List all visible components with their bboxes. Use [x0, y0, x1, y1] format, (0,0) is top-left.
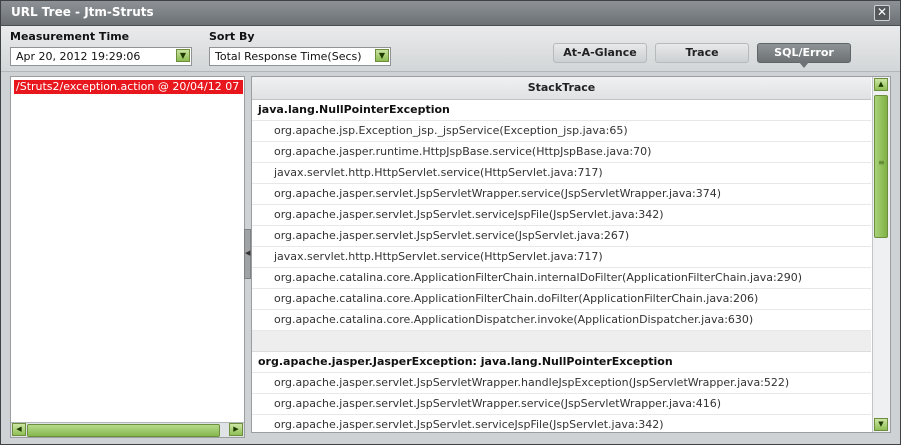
horizontal-scrollbar[interactable]: ◀ ▶	[11, 422, 244, 437]
stack-frame-row: javax.servlet.http.HttpServlet.service(H…	[252, 163, 871, 184]
chevron-down-icon[interactable]: ▼	[375, 49, 389, 62]
stack-frame-row: org.apache.jasper.runtime.HttpJspBase.se…	[252, 142, 871, 163]
tab-trace[interactable]: Trace	[655, 43, 749, 63]
stack-frame-row: javax.servlet.http.HttpServlet.service(H…	[252, 247, 871, 268]
measurement-time-label: Measurement Time	[10, 30, 130, 43]
stack-frame-row: org.apache.jasper.servlet.JspServletWrap…	[252, 184, 871, 205]
separator-row	[252, 331, 871, 352]
tab-sql-error[interactable]: SQL/Error	[757, 43, 851, 68]
stack-frame-row: org.apache.catalina.core.ApplicationDisp…	[252, 310, 871, 331]
stack-frame-row: org.apache.jasper.servlet.JspServlet.ser…	[252, 415, 871, 432]
exception-row: java.lang.NullPointerException	[252, 100, 871, 121]
measurement-time-select[interactable]: Apr 20, 2012 19:29:06 ▼	[10, 47, 192, 66]
exception-row: org.apache.jasper.JasperException: java.…	[252, 352, 871, 373]
url-tree-item-selected[interactable]: /Struts2/exception.action @ 20/04/12 07	[14, 80, 243, 94]
stack-frame-row: org.apache.jasper.servlet.JspServletWrap…	[252, 394, 871, 415]
collapse-handle-icon[interactable]: ◀	[245, 249, 250, 257]
stack-frame-row: org.apache.jasper.servlet.JspServlet.ser…	[252, 205, 871, 226]
controls-bar: Measurement Time Apr 20, 2012 19:29:06 ▼…	[1, 26, 900, 72]
triangle-right-icon[interactable]: ▶	[229, 423, 243, 436]
vertical-scroll-thumb[interactable]: ≡	[874, 95, 888, 238]
panel-splitter[interactable]: ◀	[244, 229, 251, 279]
triangle-left-icon[interactable]: ◀	[12, 423, 26, 436]
triangle-down-icon[interactable]: ▼	[874, 418, 888, 431]
close-icon[interactable]: ✕	[874, 5, 890, 21]
sort-by-select[interactable]: Total Response Time(Secs) ▼	[209, 47, 391, 66]
stack-frame-row: org.apache.catalina.core.ApplicationFilt…	[252, 268, 871, 289]
url-tree-window: URL Tree - Jtm-Struts ✕ Measurement Time…	[0, 0, 901, 445]
triangle-up-icon[interactable]: ▲	[874, 78, 888, 91]
stack-frame-row: org.apache.jasper.servlet.JspServlet.ser…	[252, 226, 871, 247]
url-tree-panel: /Struts2/exception.action @ 20/04/12 07 …	[10, 76, 245, 438]
sort-by-label: Sort By	[209, 30, 255, 43]
stack-frame-row: org.apache.catalina.core.ApplicationFilt…	[252, 289, 871, 310]
stacktrace-panel: StackTrace java.lang.NullPointerExceptio…	[251, 76, 891, 433]
stack-frame-row: org.apache.jasper.servlet.JspServletWrap…	[252, 373, 871, 394]
vertical-scrollbar[interactable]: ▲ ≡ ▼	[872, 77, 890, 432]
measurement-time-value: Apr 20, 2012 19:29:06	[16, 50, 141, 63]
tab-at-a-glance[interactable]: At-A-Glance	[553, 43, 647, 63]
sort-by-value: Total Response Time(Secs)	[215, 50, 362, 63]
stacktrace-header: StackTrace	[252, 77, 871, 100]
stack-frame-row: org.apache.jsp.Exception_jsp._jspService…	[252, 121, 871, 142]
window-title: URL Tree - Jtm-Struts	[11, 5, 154, 19]
title-bar: URL Tree - Jtm-Struts ✕	[1, 1, 900, 26]
chevron-down-icon[interactable]: ▼	[176, 49, 190, 62]
grip-icon: ≡	[878, 158, 885, 167]
horizontal-scroll-thumb[interactable]	[27, 424, 220, 437]
